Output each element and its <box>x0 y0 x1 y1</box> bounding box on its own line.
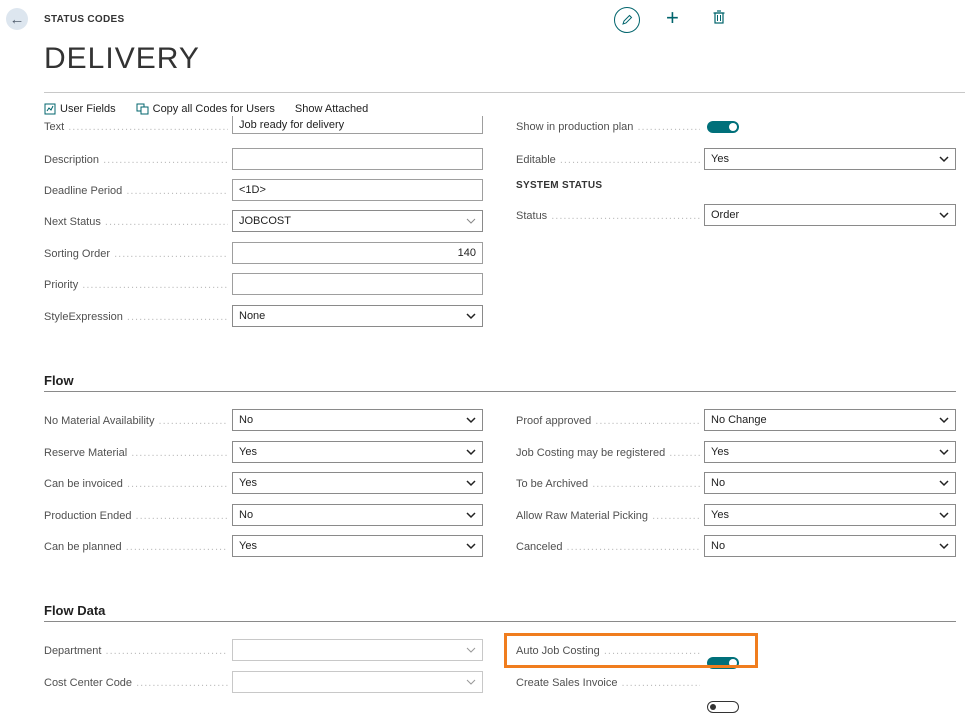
chevron-down-icon <box>939 417 949 424</box>
chevron-down-icon <box>939 156 949 163</box>
chevron-down-icon <box>939 512 949 519</box>
flow-left-label-0: No Material Availability <box>44 415 228 429</box>
flow-left-label-3: Production Ended <box>44 510 228 524</box>
text-field[interactable]: Job ready for delivery <box>232 116 483 134</box>
trash-icon <box>713 10 725 24</box>
edit-button[interactable] <box>614 7 640 33</box>
chevron-down-icon <box>466 647 476 653</box>
deadline-period-label: Deadline Period <box>44 185 228 199</box>
page-title: DELIVERY <box>44 42 200 75</box>
cost-center-lookup[interactable] <box>232 671 483 693</box>
chevron-down-icon <box>939 449 949 456</box>
flow-data-section-heading: Flow Data <box>44 603 106 618</box>
flow-left-label-2: Can be invoiced <box>44 478 228 492</box>
sorting-order-label: Sorting Order <box>44 248 228 262</box>
flow-right-label-0: Proof approved <box>516 415 700 429</box>
chevron-down-icon <box>939 480 949 487</box>
flow-right-label-4: Canceled <box>516 541 700 555</box>
show-attached-action[interactable]: Show Attached <box>295 103 368 115</box>
user-fields-action[interactable]: User Fields <box>44 103 116 115</box>
highlight-box <box>504 633 758 668</box>
editable-label: Editable <box>516 154 700 168</box>
flow-right-label-1: Job Costing may be registered <box>516 447 700 461</box>
chevron-down-icon <box>466 313 476 320</box>
chevron-down-icon <box>466 512 476 519</box>
new-button[interactable]: + <box>666 5 679 31</box>
flow-left-label-1: Reserve Material <box>44 447 228 461</box>
flow-right-label-2: To be Archived <box>516 478 700 492</box>
flow-left-label-4: Can be planned <box>44 541 228 555</box>
priority-label: Priority <box>44 279 228 293</box>
flow-left-select-1[interactable]: Yes <box>232 441 483 463</box>
sorting-order-field[interactable]: 140 <box>232 242 483 264</box>
action-bar: User Fields Copy all Codes for Users Sho… <box>44 103 368 115</box>
flow-left-select-2[interactable]: Yes <box>232 472 483 494</box>
delete-button[interactable] <box>713 10 725 29</box>
flow-right-label-3: Allow Raw Material Picking <box>516 510 700 524</box>
chevron-down-icon <box>466 679 476 685</box>
text-label: Text <box>44 121 228 135</box>
flow-left-select-0[interactable]: No <box>232 409 483 431</box>
flow-left-select-3[interactable]: No <box>232 504 483 526</box>
copy-icon <box>136 103 149 115</box>
chevron-down-icon <box>466 417 476 424</box>
next-status-lookup[interactable]: JOBCOST <box>232 210 483 232</box>
flow-right-select-2[interactable]: No <box>704 472 956 494</box>
description-field[interactable] <box>232 148 483 170</box>
copy-codes-label: Copy all Codes for Users <box>152 103 275 115</box>
arrow-left-icon: ← <box>9 10 25 28</box>
chevron-down-icon <box>466 543 476 550</box>
chevron-down-icon <box>939 212 949 219</box>
department-label: Department <box>44 645 228 659</box>
back-button[interactable]: ← <box>6 8 28 30</box>
pencil-icon <box>622 14 633 25</box>
copy-codes-action[interactable]: Copy all Codes for Users <box>136 103 275 115</box>
flow-left-select-4[interactable]: Yes <box>232 535 483 557</box>
chevron-down-icon <box>466 218 476 224</box>
deadline-period-field[interactable]: <1D> <box>232 179 483 201</box>
flow-right-select-4[interactable]: No <box>704 535 956 557</box>
show-in-plan-toggle[interactable] <box>707 121 739 133</box>
department-lookup[interactable] <box>232 639 483 661</box>
description-label: Description <box>44 154 228 168</box>
user-fields-icon <box>44 103 56 115</box>
next-status-label: Next Status <box>44 216 228 230</box>
priority-field[interactable] <box>232 273 483 295</box>
plus-icon: + <box>666 5 679 30</box>
flow-section-divider <box>44 391 956 392</box>
cost-center-label: Cost Center Code <box>44 677 228 691</box>
status-select[interactable]: Order <box>704 204 956 226</box>
system-status-heading: SYSTEM STATUS <box>516 180 603 191</box>
header-divider <box>44 92 965 93</box>
style-expression-label: StyleExpression <box>44 311 228 325</box>
create-sales-invoice-toggle[interactable] <box>707 701 739 713</box>
flow-section-heading: Flow <box>44 373 74 388</box>
chevron-down-icon <box>939 543 949 550</box>
create-sales-invoice-label: Create Sales Invoice <box>516 677 700 691</box>
status-label: Status <box>516 210 700 224</box>
user-fields-label: User Fields <box>60 103 116 115</box>
flow-right-select-1[interactable]: Yes <box>704 441 956 463</box>
show-attached-label: Show Attached <box>294 103 369 115</box>
flow-right-select-0[interactable]: No Change <box>704 409 956 431</box>
style-expression-select[interactable]: None <box>232 305 483 327</box>
chevron-down-icon <box>466 449 476 456</box>
show-in-plan-label: Show in production plan <box>516 121 700 135</box>
editable-select[interactable]: Yes <box>704 148 956 170</box>
breadcrumb: STATUS CODES <box>44 14 125 25</box>
chevron-down-icon <box>466 480 476 487</box>
flow-data-section-divider <box>44 621 956 622</box>
flow-right-select-3[interactable]: Yes <box>704 504 956 526</box>
